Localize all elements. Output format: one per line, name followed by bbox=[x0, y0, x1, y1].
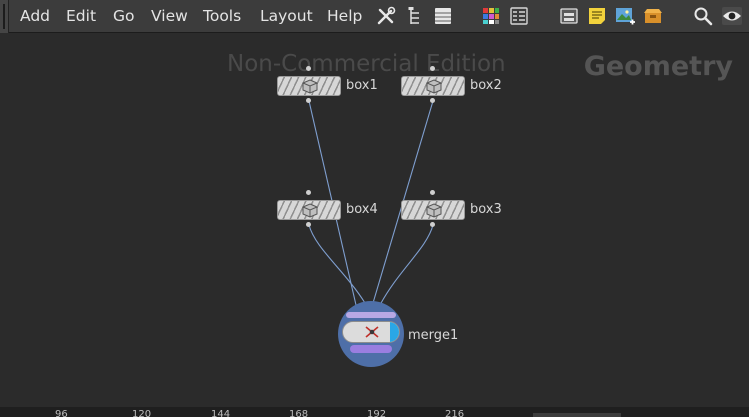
timeline-tick: 120 bbox=[132, 409, 152, 417]
node-box4[interactable] bbox=[277, 200, 341, 220]
node-input-dot[interactable] bbox=[306, 66, 311, 71]
merge-sop-icon bbox=[365, 326, 379, 338]
node-label-merge1: merge1 bbox=[408, 328, 459, 343]
menu-bar: Add Edit Go View Tools Layout Help bbox=[0, 0, 749, 33]
tools-icon[interactable] bbox=[375, 5, 397, 27]
node-input-dot[interactable] bbox=[430, 190, 435, 195]
timeline-tick: 216 bbox=[445, 409, 465, 417]
tree-view-icon[interactable] bbox=[404, 5, 426, 27]
timeline-ruler[interactable]: 96 120 144 168 192 216 bbox=[0, 407, 749, 417]
node-output-dot[interactable] bbox=[306, 98, 311, 103]
node-label-box4: box4 bbox=[346, 202, 378, 217]
wire-box3-merge1 bbox=[379, 224, 434, 306]
box-sop-icon bbox=[302, 79, 318, 94]
timeline-tick: 192 bbox=[367, 409, 387, 417]
menu-layout[interactable]: Layout bbox=[260, 0, 313, 33]
node-box3[interactable] bbox=[401, 200, 465, 220]
eye-icon[interactable] bbox=[721, 5, 743, 27]
menu-tools[interactable]: Tools bbox=[203, 0, 241, 33]
network-editor: Add Edit Go View Tools Layout Help Non-C… bbox=[0, 0, 749, 417]
menu-add[interactable]: Add bbox=[20, 0, 50, 33]
box-sop-icon bbox=[302, 203, 318, 218]
menu-help[interactable]: Help bbox=[327, 0, 362, 33]
timeline-range-bar[interactable] bbox=[533, 413, 621, 417]
node-input-dot[interactable] bbox=[306, 190, 311, 195]
network-canvas[interactable]: Non-Commercial Edition Geometry box1 box… bbox=[0, 33, 749, 407]
node-merge1[interactable] bbox=[338, 301, 404, 367]
pane-drag-handle[interactable] bbox=[0, 0, 9, 33]
node-output-dot[interactable] bbox=[430, 98, 435, 103]
node-label-box3: box3 bbox=[470, 202, 502, 217]
node-output-dot[interactable] bbox=[306, 222, 311, 227]
timeline-tick: 144 bbox=[211, 409, 231, 417]
network-box-icon[interactable] bbox=[558, 5, 580, 27]
box-sop-icon bbox=[426, 79, 442, 94]
node-label-box2: box2 bbox=[470, 78, 502, 93]
node-box2[interactable] bbox=[401, 76, 465, 96]
color-palette-icon[interactable] bbox=[480, 5, 502, 27]
menu-go[interactable]: Go bbox=[113, 0, 135, 33]
list-view-icon[interactable] bbox=[432, 5, 454, 27]
node-label-box1: box1 bbox=[346, 78, 378, 93]
node-input-dot[interactable] bbox=[430, 66, 435, 71]
timeline-tick: 96 bbox=[55, 409, 68, 417]
subnet-box-icon[interactable] bbox=[642, 5, 664, 27]
wire-box4-merge1 bbox=[308, 224, 366, 304]
node-output-dot[interactable] bbox=[430, 222, 435, 227]
timeline-tick: 168 bbox=[289, 409, 309, 417]
search-icon[interactable] bbox=[692, 5, 714, 27]
box-sop-icon bbox=[426, 203, 442, 218]
sticky-note-icon[interactable] bbox=[586, 5, 608, 27]
image-add-icon[interactable] bbox=[614, 5, 636, 27]
menu-edit[interactable]: Edit bbox=[66, 0, 96, 33]
node-box1[interactable] bbox=[277, 76, 341, 96]
menu-view[interactable]: View bbox=[151, 0, 188, 33]
grid-view-icon[interactable] bbox=[508, 5, 530, 27]
